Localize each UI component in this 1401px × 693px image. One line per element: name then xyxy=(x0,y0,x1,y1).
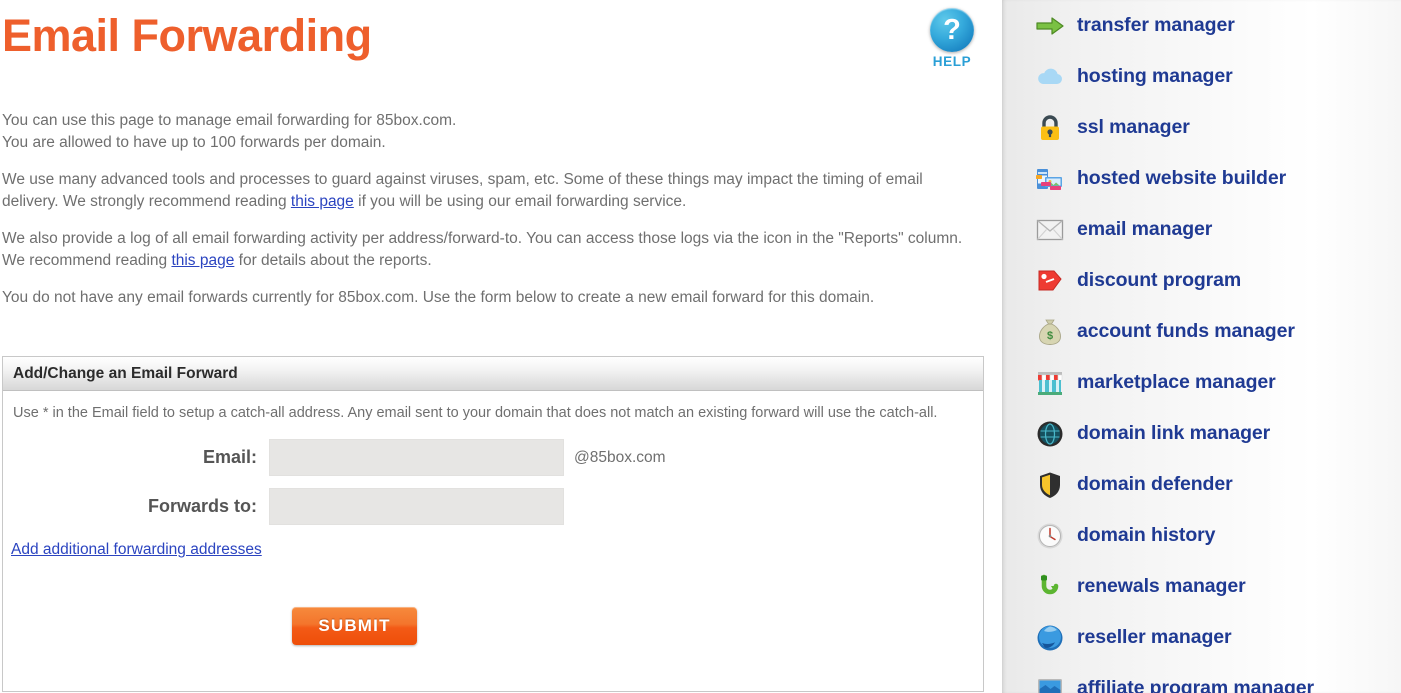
intro-paragraph-2: We use many advanced tools and processes… xyxy=(2,169,977,212)
clock-icon xyxy=(1035,521,1065,551)
add-additional-row: Add additional forwarding addresses xyxy=(11,541,973,559)
sidebar-item-label: transfer manager xyxy=(1077,14,1235,36)
globe-dark-icon xyxy=(1035,419,1065,449)
question-mark-icon: ? xyxy=(930,8,974,52)
sidebar-item-label: discount program xyxy=(1077,269,1242,291)
intro-paragraph-4: You do not have any email forwards curre… xyxy=(2,289,875,306)
intro-copy: You can use this page to manage email fo… xyxy=(2,110,977,325)
sidebar-item-marketplace-manager[interactable]: marketplace manager xyxy=(1002,357,1401,408)
email-label: Email: xyxy=(202,447,257,467)
panel-title: Add/Change an Email Forward xyxy=(13,364,238,382)
sidebar-item-label: marketplace manager xyxy=(1077,371,1276,393)
envelope-icon xyxy=(1035,215,1065,245)
help-label: HELP xyxy=(932,54,972,69)
intro-line-2: You are allowed to have up to 100 forwar… xyxy=(2,133,386,151)
refresh-arrow-icon xyxy=(1035,572,1065,602)
green-arrow-icon xyxy=(1035,11,1065,41)
padlock-icon xyxy=(1035,113,1065,143)
sidebar-item-hosted-website-builder[interactable]: hosted website builder xyxy=(1002,153,1401,204)
page-title: Email Forwarding xyxy=(2,10,372,61)
sidebar: transfer manager hosting manager ssl man… xyxy=(1002,0,1401,693)
submit-row: SUBMIT xyxy=(13,607,973,645)
sidebar-item-renewals-manager[interactable]: renewals manager xyxy=(1002,561,1401,612)
website-builder-icon xyxy=(1035,164,1065,194)
sidebar-item-label: affiliate program manager xyxy=(1077,677,1314,693)
intro-line-1: You can use this page to manage email fo… xyxy=(2,112,457,129)
sidebar-item-label: email manager xyxy=(1077,218,1213,240)
sidebar-item-domain-history[interactable]: domain history xyxy=(1002,510,1401,561)
sidebar-item-label: reseller manager xyxy=(1077,626,1232,648)
main-content: Email Forwarding ? HELP You can use this… xyxy=(0,0,1002,693)
sidebar-item-label: domain link manager xyxy=(1077,422,1271,444)
panel-body: Use * in the Email field to setup a catc… xyxy=(3,391,983,691)
sidebar-item-discount-program[interactable]: discount program xyxy=(1002,255,1401,306)
email-field-row: Email: @85box.com xyxy=(13,439,973,476)
this-page-link-1[interactable]: this page xyxy=(291,193,354,210)
intro-p3-after: for details about the reports. xyxy=(234,251,432,269)
cloud-icon xyxy=(1035,62,1065,92)
this-page-link-2[interactable]: this page xyxy=(171,252,234,269)
email-forwarding-page: Email Forwarding ? HELP You can use this… xyxy=(0,0,1401,693)
email-input[interactable] xyxy=(269,439,564,476)
sidebar-item-label: hosting manager xyxy=(1077,65,1233,87)
intro-paragraph-1: You can use this page to manage email fo… xyxy=(2,110,977,153)
sidebar-item-label: domain history xyxy=(1077,524,1216,546)
sidebar-item-label: domain defender xyxy=(1077,473,1233,495)
sidebar-item-label: ssl manager xyxy=(1077,116,1190,138)
catch-all-hint: Use * in the Email field to setup a catc… xyxy=(13,405,938,421)
sidebar-item-label: renewals manager xyxy=(1077,575,1246,597)
sidebar-item-ssl-manager[interactable]: ssl manager xyxy=(1002,102,1401,153)
forwards-to-label: Forwards to: xyxy=(147,496,257,516)
storefront-icon xyxy=(1035,368,1065,398)
svg-text:$: $ xyxy=(1047,330,1053,342)
intro-p3-before: We also provide a log of all email forwa… xyxy=(2,230,963,269)
blue-globe-icon xyxy=(1035,623,1065,653)
add-change-forward-panel: Add/Change an Email Forward Use * in the… xyxy=(2,356,984,692)
add-additional-forwarding-link[interactable]: Add additional forwarding addresses xyxy=(11,541,262,558)
email-domain-suffix: @85box.com xyxy=(574,448,666,466)
forwards-to-input[interactable] xyxy=(269,488,564,525)
sidebar-item-reseller-manager[interactable]: reseller manager xyxy=(1002,612,1401,663)
intro-p2-after: if you will be using our email forwardin… xyxy=(353,192,687,210)
sidebar-nav-list: transfer manager hosting manager ssl man… xyxy=(1002,0,1401,693)
sidebar-item-label: hosted website builder xyxy=(1077,167,1287,189)
money-bag-icon: $ xyxy=(1035,317,1065,347)
sidebar-item-affiliate-program-manager[interactable]: affiliate program manager xyxy=(1002,663,1401,693)
sidebar-item-email-manager[interactable]: email manager xyxy=(1002,204,1401,255)
sidebar-item-transfer-manager[interactable]: transfer manager xyxy=(1002,0,1401,51)
sidebar-item-label: account funds manager xyxy=(1077,320,1295,342)
sidebar-item-account-funds-manager[interactable]: $ account funds manager xyxy=(1002,306,1401,357)
sidebar-item-hosting-manager[interactable]: hosting manager xyxy=(1002,51,1401,102)
help-button[interactable]: ? HELP xyxy=(919,8,985,69)
shield-icon xyxy=(1035,470,1065,500)
monitor-icon xyxy=(1035,674,1065,693)
forwards-field-row: Forwards to: xyxy=(13,488,973,525)
sidebar-item-domain-link-manager[interactable]: domain link manager xyxy=(1002,408,1401,459)
price-tag-icon xyxy=(1035,266,1065,296)
panel-header: Add/Change an Email Forward xyxy=(3,356,983,391)
sidebar-item-domain-defender[interactable]: domain defender xyxy=(1002,459,1401,510)
intro-paragraph-3: We also provide a log of all email forwa… xyxy=(2,228,977,271)
submit-button[interactable]: SUBMIT xyxy=(292,607,417,645)
